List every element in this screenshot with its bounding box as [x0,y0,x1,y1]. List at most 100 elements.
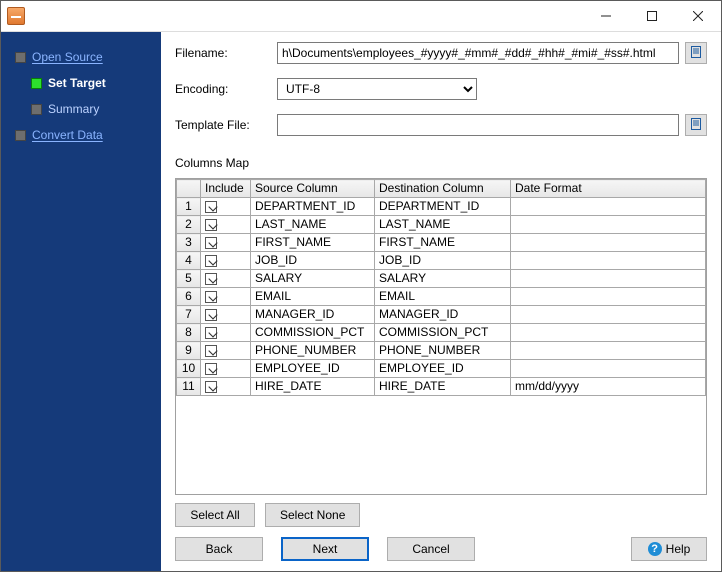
row-number-cell: 3 [177,234,201,252]
column-header[interactable]: Include [201,180,251,198]
include-cell[interactable] [201,342,251,360]
column-header[interactable]: Date Format [511,180,706,198]
table-row[interactable]: 9PHONE_NUMBERPHONE_NUMBER [177,342,706,360]
destination-column-cell[interactable]: EMPLOYEE_ID [375,360,511,378]
destination-column-cell[interactable]: PHONE_NUMBER [375,342,511,360]
source-column-cell[interactable]: FIRST_NAME [251,234,375,252]
destination-column-cell[interactable]: MANAGER_ID [375,306,511,324]
table-row[interactable]: 2 LAST_NAMELAST_NAME [177,216,706,234]
close-button[interactable] [675,1,721,32]
source-column-cell[interactable]: HIRE_DATE [251,378,375,396]
include-checkbox[interactable] [205,201,217,213]
include-cell[interactable] [201,378,251,396]
filename-input[interactable] [277,42,679,64]
destination-column-cell[interactable]: HIRE_DATE [375,378,511,396]
date-format-cell[interactable] [511,288,706,306]
source-column-cell[interactable]: MANAGER_ID [251,306,375,324]
source-column-cell[interactable]: EMPLOYEE_ID [251,360,375,378]
next-button[interactable]: Next [281,537,369,561]
include-cell[interactable] [201,234,251,252]
include-checkbox[interactable] [205,255,217,267]
back-button[interactable]: Back [175,537,263,561]
select-none-button[interactable]: Select None [265,503,360,527]
table-row[interactable]: 1DEPARTMENT_IDDEPARTMENT_ID [177,198,706,216]
date-format-cell[interactable] [511,306,706,324]
cancel-button[interactable]: Cancel [387,537,475,561]
sidebar-item-open-source[interactable]: Open Source [1,44,161,70]
include-cell[interactable] [201,324,251,342]
destination-column-cell[interactable]: COMMISSION_PCT [375,324,511,342]
document-icon [689,45,703,62]
destination-column-cell[interactable]: SALARY [375,270,511,288]
source-column-cell[interactable]: PHONE_NUMBER [251,342,375,360]
table-row[interactable]: 11HIRE_DATEHIRE_DATEmm/dd/yyyy [177,378,706,396]
row-number-cell: 4 [177,252,201,270]
source-column-cell[interactable]: SALARY [251,270,375,288]
include-cell[interactable] [201,288,251,306]
browse-filename-button[interactable] [685,42,707,64]
include-checkbox[interactable] [205,327,217,339]
include-cell[interactable] [201,360,251,378]
date-format-cell[interactable] [511,198,706,216]
minimize-button[interactable] [583,1,629,32]
table-row[interactable]: 8COMMISSION_PCTCOMMISSION_PCT [177,324,706,342]
step-marker-icon [31,104,42,115]
source-column-cell[interactable]: JOB_ID [251,252,375,270]
destination-column-cell[interactable]: JOB_ID [375,252,511,270]
include-cell[interactable] [201,306,251,324]
template-file-label: Template File: [175,118,277,132]
table-row[interactable]: 7 MANAGER_IDMANAGER_ID [177,306,706,324]
maximize-button[interactable] [629,1,675,32]
destination-column-cell[interactable]: DEPARTMENT_ID [375,198,511,216]
step-marker-icon [15,130,26,141]
encoding-select[interactable]: UTF-8 [277,78,477,100]
destination-column-cell[interactable]: FIRST_NAME [375,234,511,252]
include-checkbox[interactable] [205,291,217,303]
sidebar-item-summary[interactable]: Summary [1,96,161,122]
column-header[interactable]: Destination Column [375,180,511,198]
row-number-cell: 10 [177,360,201,378]
date-format-cell[interactable] [511,360,706,378]
table-row[interactable]: 4 JOB_IDJOB_ID [177,252,706,270]
source-column-cell[interactable]: COMMISSION_PCT [251,324,375,342]
date-format-cell[interactable] [511,234,706,252]
help-button[interactable]: ? Help [631,537,707,561]
include-cell[interactable] [201,252,251,270]
date-format-cell[interactable] [511,270,706,288]
include-checkbox[interactable] [205,381,217,393]
date-format-cell[interactable]: mm/dd/yyyy [511,378,706,396]
table-row[interactable]: 10 EMPLOYEE_IDEMPLOYEE_ID [177,360,706,378]
row-number-cell: 2 [177,216,201,234]
table-row[interactable]: 6EMAILEMAIL [177,288,706,306]
template-file-input[interactable] [277,114,679,136]
date-format-cell[interactable] [511,216,706,234]
date-format-cell[interactable] [511,324,706,342]
help-icon: ? [648,542,662,556]
destination-column-cell[interactable]: LAST_NAME [375,216,511,234]
include-checkbox[interactable] [205,237,217,249]
include-cell[interactable] [201,198,251,216]
source-column-cell[interactable]: DEPARTMENT_ID [251,198,375,216]
date-format-cell[interactable] [511,252,706,270]
destination-column-cell[interactable]: EMAIL [375,288,511,306]
table-row[interactable]: 5SALARYSALARY [177,270,706,288]
table-row[interactable]: 3 FIRST_NAMEFIRST_NAME [177,234,706,252]
include-cell[interactable] [201,270,251,288]
source-column-cell[interactable]: EMAIL [251,288,375,306]
column-header[interactable]: Source Column [251,180,375,198]
source-column-cell[interactable]: LAST_NAME [251,216,375,234]
date-format-cell[interactable] [511,342,706,360]
include-checkbox[interactable] [205,273,217,285]
include-checkbox[interactable] [205,363,217,375]
include-checkbox[interactable] [205,309,217,321]
column-header[interactable] [177,180,201,198]
select-all-button[interactable]: Select All [175,503,255,527]
step-marker-icon [15,52,26,63]
include-checkbox[interactable] [205,345,217,357]
include-checkbox[interactable] [205,219,217,231]
row-number-cell: 7 [177,306,201,324]
sidebar-item-convert-data[interactable]: Convert Data [1,122,161,148]
columns-map-table-wrap[interactable]: IncludeSource ColumnDestination ColumnDa… [175,178,707,495]
include-cell[interactable] [201,216,251,234]
browse-template-button[interactable] [685,114,707,136]
